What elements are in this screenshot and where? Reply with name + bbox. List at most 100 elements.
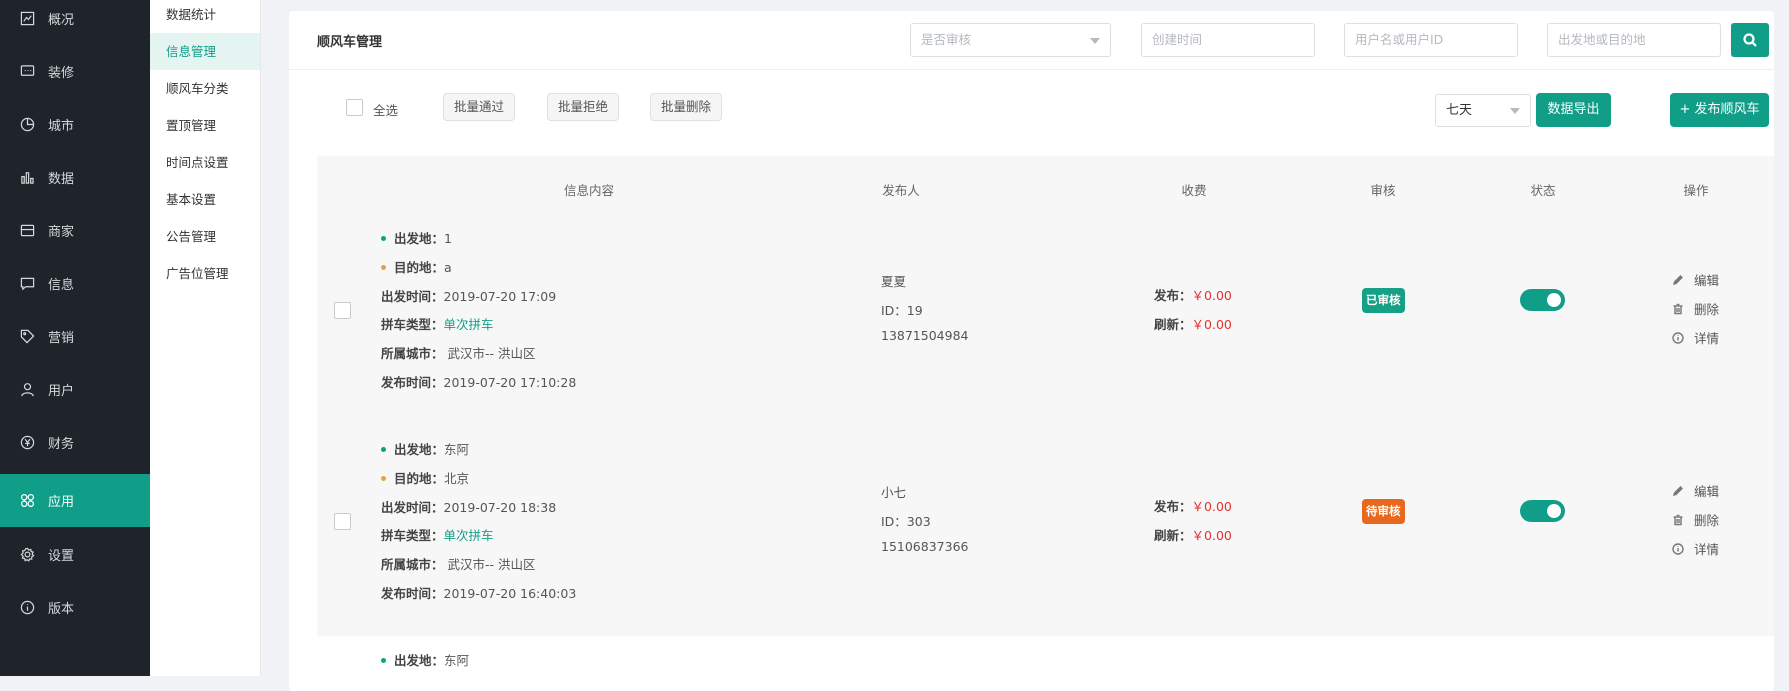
- publisher-id: ID：303: [881, 514, 931, 529]
- row-publish-time: 发布时间：2019-07-20 17:10:28: [381, 375, 577, 390]
- sidebar-item-store[interactable]: 商家: [0, 204, 150, 257]
- overview-icon: [20, 11, 35, 26]
- submenu-item-statistics[interactable]: 数据统计: [150, 0, 260, 33]
- from-dot: [381, 236, 386, 241]
- select-all-label: 全选: [373, 103, 399, 118]
- select-all-checkbox[interactable]: [346, 99, 363, 116]
- publisher-id: ID：19: [881, 303, 923, 318]
- export-button[interactable]: 数据导出: [1536, 93, 1611, 127]
- publish-carpool-button[interactable]: + 发布顺风车: [1670, 93, 1769, 127]
- review-status-badge: 已审核: [1362, 288, 1405, 313]
- created-time-input[interactable]: [1152, 24, 1314, 55]
- user-search-field[interactable]: [1344, 23, 1518, 57]
- submenu-item-time-settings[interactable]: 时间点设置: [150, 144, 260, 181]
- gear-icon: [20, 547, 35, 562]
- apps-icon: [20, 493, 35, 508]
- batch-pass-button[interactable]: 批量通过: [443, 93, 516, 121]
- user-search-input[interactable]: [1355, 24, 1517, 55]
- search-button[interactable]: [1731, 23, 1769, 57]
- to-dot: [381, 476, 386, 481]
- sidebar-item-label: 设置: [48, 549, 75, 564]
- publisher-name: 小七: [881, 485, 907, 500]
- from-dot: [381, 447, 386, 452]
- review-status-select[interactable]: 是否审核: [910, 23, 1111, 57]
- column-header-fee: 收费: [1181, 183, 1207, 198]
- row-city: 所属城市： 武汉市-- 洪山区: [381, 346, 536, 361]
- yen-icon: [20, 435, 35, 450]
- column-header-review: 审核: [1370, 183, 1396, 198]
- sub-navigation: 数据统计 信息管理 顺风车分类 置顶管理 时间点设置 基本设置 公告管理 广告位…: [150, 0, 261, 676]
- sidebar-item-settings[interactable]: 设置: [0, 528, 150, 581]
- toggle-knob: [1547, 293, 1561, 307]
- detail-action[interactable]: 详情: [1672, 539, 1719, 558]
- sidebar-item-city[interactable]: 城市: [0, 98, 150, 151]
- status-toggle[interactable]: [1520, 500, 1565, 522]
- pencil-icon: [1673, 485, 1683, 496]
- delete-action[interactable]: 删除: [1672, 510, 1719, 529]
- sidebar-item-decorate[interactable]: 装修: [0, 45, 150, 98]
- sidebar-item-overview[interactable]: 概况: [0, 0, 150, 45]
- place-search-field[interactable]: [1547, 23, 1721, 57]
- publisher-phone: 15106837366: [881, 539, 969, 554]
- sidebar-item-message[interactable]: 信息: [0, 257, 150, 310]
- detail-action[interactable]: 详情: [1672, 328, 1719, 347]
- delete-action[interactable]: 删除: [1672, 299, 1719, 318]
- sidebar-item-apps[interactable]: 应用: [0, 474, 150, 527]
- place-search-input[interactable]: [1558, 24, 1720, 55]
- row-depart-time: 出发时间：2019-07-20 18:38: [381, 500, 557, 515]
- edit-action[interactable]: 编辑: [1672, 270, 1719, 289]
- row-from: 出发地：东阿: [381, 650, 469, 669]
- decorate-icon: [20, 64, 35, 79]
- sidebar-item-label: 用户: [48, 384, 75, 399]
- sidebar-item-data[interactable]: 数据: [0, 151, 150, 204]
- row-city: 所属城市： 武汉市-- 洪山区: [381, 557, 536, 572]
- sidebar-item-label: 信息: [48, 278, 75, 293]
- sidebar-item-label: 概况: [48, 13, 75, 28]
- table-row: 出发地：东阿 目的地：北京 出发时间：2019-07-20 18:38 拼车类型…: [317, 437, 1774, 647]
- row-carpool-type: 拼车类型：单次拼车: [381, 528, 494, 543]
- submenu-item-carpool-category[interactable]: 顺风车分类: [150, 70, 260, 107]
- sidebar-item-marketing[interactable]: 营销: [0, 310, 150, 363]
- chevron-down-icon: [1510, 108, 1520, 114]
- row-to: 目的地：a: [381, 257, 452, 276]
- batch-delete-button[interactable]: 批量删除: [650, 93, 723, 121]
- row-from: 出发地：东阿: [381, 439, 469, 458]
- sidebar-item-user[interactable]: 用户: [0, 363, 150, 416]
- fee-publish: 发布：￥0.00: [1154, 499, 1232, 514]
- sidebar-item-label: 财务: [48, 437, 75, 452]
- submenu-item-info-management[interactable]: 信息管理: [150, 33, 260, 70]
- column-header-actions: 操作: [1683, 183, 1709, 198]
- row-checkbox[interactable]: [334, 302, 351, 319]
- row-to: 目的地：北京: [381, 468, 469, 487]
- main-sidebar: 概况 装修 城市 数据 商家 信息 营销 用户 财务 应用 设置 版本: [0, 0, 150, 676]
- review-status-placeholder: 是否审核: [921, 32, 972, 47]
- carpool-table: 信息内容 发布人 收费 审核 状态 操作 出发地：1 目的地：a 出发时间：20…: [317, 156, 1774, 636]
- column-header-content: 信息内容: [563, 183, 615, 198]
- batch-reject-button[interactable]: 批量拒绝: [547, 93, 620, 121]
- time-range-select[interactable]: 七天: [1435, 94, 1531, 127]
- sidebar-item-label: 城市: [48, 119, 75, 134]
- sidebar-item-version[interactable]: 版本: [0, 581, 150, 634]
- search-icon: [1743, 33, 1757, 47]
- created-time-field[interactable]: [1141, 23, 1315, 57]
- bar-chart-icon: [20, 170, 35, 185]
- trash-icon: [1673, 303, 1683, 314]
- sidebar-item-finance[interactable]: 财务: [0, 416, 150, 469]
- page-title: 顺风车管理: [317, 35, 383, 50]
- submenu-item-basic-settings[interactable]: 基本设置: [150, 181, 260, 218]
- column-header-publisher: 发布人: [882, 183, 920, 198]
- table-row: 出发地：1 目的地：a 出发时间：2019-07-20 17:09 拼车类型：单…: [317, 226, 1774, 436]
- chevron-down-icon: [1090, 38, 1100, 44]
- publisher-phone: 13871504984: [881, 328, 969, 343]
- fee-refresh: 刷新：￥0.00: [1154, 317, 1232, 332]
- column-header-status: 状态: [1530, 183, 1556, 198]
- submenu-item-pin-management[interactable]: 置顶管理: [150, 107, 260, 144]
- submenu-item-announcements[interactable]: 公告管理: [150, 218, 260, 255]
- edit-action[interactable]: 编辑: [1672, 481, 1719, 500]
- info-icon: [1672, 331, 1684, 344]
- trash-icon: [1673, 514, 1683, 525]
- tag-icon: [20, 329, 35, 344]
- status-toggle[interactable]: [1520, 289, 1565, 311]
- row-checkbox[interactable]: [334, 513, 351, 530]
- submenu-item-ad-slots[interactable]: 广告位管理: [150, 255, 260, 292]
